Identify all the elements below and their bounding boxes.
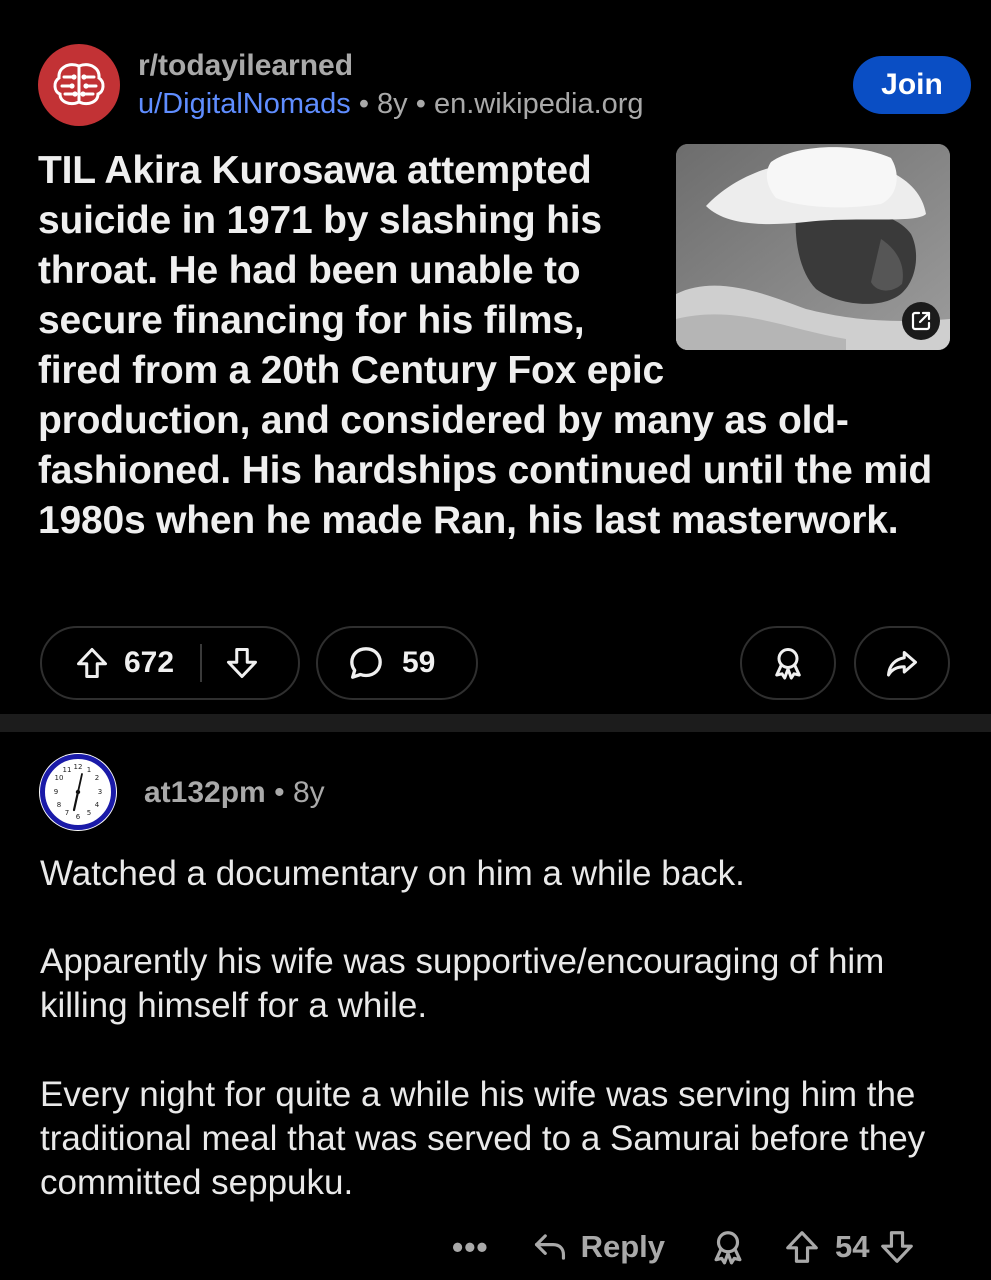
post-author[interactable]: u/DigitalNomads [138, 88, 351, 120]
reply-label: Reply [580, 1229, 666, 1264]
comment-paragraph: Every night for quite a while his wife w… [40, 1075, 926, 1202]
award-button[interactable] [709, 1228, 747, 1266]
meta-separator: • [274, 776, 285, 809]
speech-bubble-icon [346, 643, 386, 683]
thumbnail-spacer [676, 146, 956, 382]
arrow-down-icon[interactable] [224, 645, 260, 681]
meta-separator: • [415, 88, 426, 120]
more-options-button[interactable]: ••• [452, 1231, 489, 1263]
commenter-avatar[interactable]: 12 1 2 345 678 9 10 11 [38, 752, 118, 832]
vote-divider [200, 644, 203, 682]
svg-text:10: 10 [55, 774, 64, 782]
comment-score: 54 [835, 1229, 870, 1264]
subreddit-name[interactable]: r/todayilearned [138, 48, 353, 84]
comment-paragraph: Watched a documentary on him a while bac… [40, 854, 745, 893]
svg-text:7: 7 [65, 809, 69, 817]
clock-icon: 12 12 345 678 91011 [39, 753, 117, 831]
arrow-up-icon[interactable] [74, 645, 110, 681]
svg-text:9: 9 [54, 788, 58, 796]
comment-author[interactable]: at132pm [144, 776, 266, 809]
svg-text:11: 11 [63, 766, 72, 774]
share-icon [887, 651, 917, 677]
comment-count: 59 [402, 646, 436, 679]
post-title-container[interactable]: TIL Akira Kurosawa attempted suicide in … [38, 146, 956, 546]
svg-text:1: 1 [87, 766, 91, 774]
award-button[interactable] [740, 626, 836, 700]
svg-text:8: 8 [57, 801, 61, 809]
arrow-down-icon[interactable] [878, 1228, 916, 1266]
svg-text:6: 6 [76, 813, 81, 821]
post-age: 8y [377, 88, 408, 120]
meta-separator: • [358, 88, 369, 120]
reply-icon [534, 1234, 565, 1260]
reply-button[interactable]: Reply [531, 1228, 665, 1266]
join-button[interactable]: Join [853, 56, 971, 114]
post-meta: u/DigitalNomads • 8y • en.wikipedia.org [138, 86, 644, 122]
svg-text:4: 4 [95, 801, 100, 809]
svg-text:12: 12 [74, 763, 83, 771]
share-button[interactable] [854, 626, 950, 700]
upvote-count: 672 [124, 646, 175, 679]
arrow-up-icon[interactable] [783, 1228, 821, 1266]
subreddit-avatar[interactable] [38, 44, 120, 126]
svg-text:2: 2 [95, 774, 99, 782]
award-icon [775, 648, 801, 680]
comment-paragraph: Apparently his wife was supportive/encou… [40, 942, 885, 1025]
brain-icon [53, 63, 105, 106]
vote-control: 672 [40, 626, 300, 700]
comment-age: 8y [292, 776, 325, 809]
svg-text:5: 5 [87, 809, 91, 817]
comment-meta: at132pm • 8y [144, 776, 325, 810]
section-divider [0, 714, 991, 732]
comment-actions: ••• Reply 54 [452, 1222, 916, 1272]
award-icon [714, 1231, 742, 1265]
svg-text:3: 3 [98, 788, 102, 796]
comments-button[interactable]: 59 [316, 626, 478, 700]
post-domain[interactable]: en.wikipedia.org [434, 88, 644, 120]
